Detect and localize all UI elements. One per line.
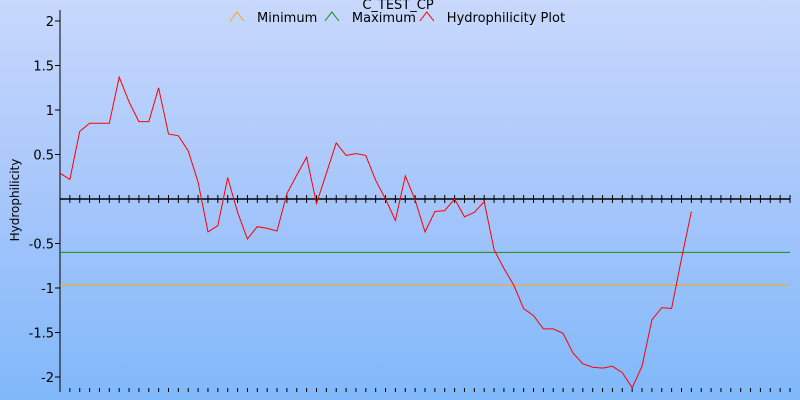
legend: Minimum Maximum Hydrophilicity Plot xyxy=(229,11,565,26)
y-tick-label: -2 xyxy=(41,371,54,386)
legend-label: Minimum xyxy=(257,11,317,26)
legend-label: Maximum xyxy=(352,11,416,26)
y-tick-label: -1 xyxy=(41,282,54,297)
y-tick-label: -1.5 xyxy=(29,327,54,342)
hydrophilicity-chart: C_TEST_CP Minimum Maximum Hydrophilicity P… xyxy=(8,0,791,392)
legend-label: Hydrophilicity Plot xyxy=(447,11,565,26)
x-tick-layer xyxy=(59,195,791,392)
series-layer xyxy=(59,75,790,389)
series-line-2 xyxy=(59,75,692,389)
y-tick-label: -0.5 xyxy=(29,238,54,253)
y-tick-label: 1.5 xyxy=(33,60,54,75)
legend-swatch xyxy=(324,11,340,22)
chart-container: C_TEST_CP Minimum Maximum Hydrophilicity P… xyxy=(0,0,800,400)
y-tick-label: 2 xyxy=(46,15,54,30)
y-axis-title: Hydrophilicity xyxy=(8,159,22,242)
y-tick-layer: 2 1.5 1 0.5 -0.5 -1 -1.5 -2 xyxy=(29,15,60,386)
legend-swatch xyxy=(419,11,435,22)
y-tick-label: 0.5 xyxy=(33,149,54,164)
legend-swatch xyxy=(229,11,245,22)
y-tick-label: 1 xyxy=(46,104,54,119)
